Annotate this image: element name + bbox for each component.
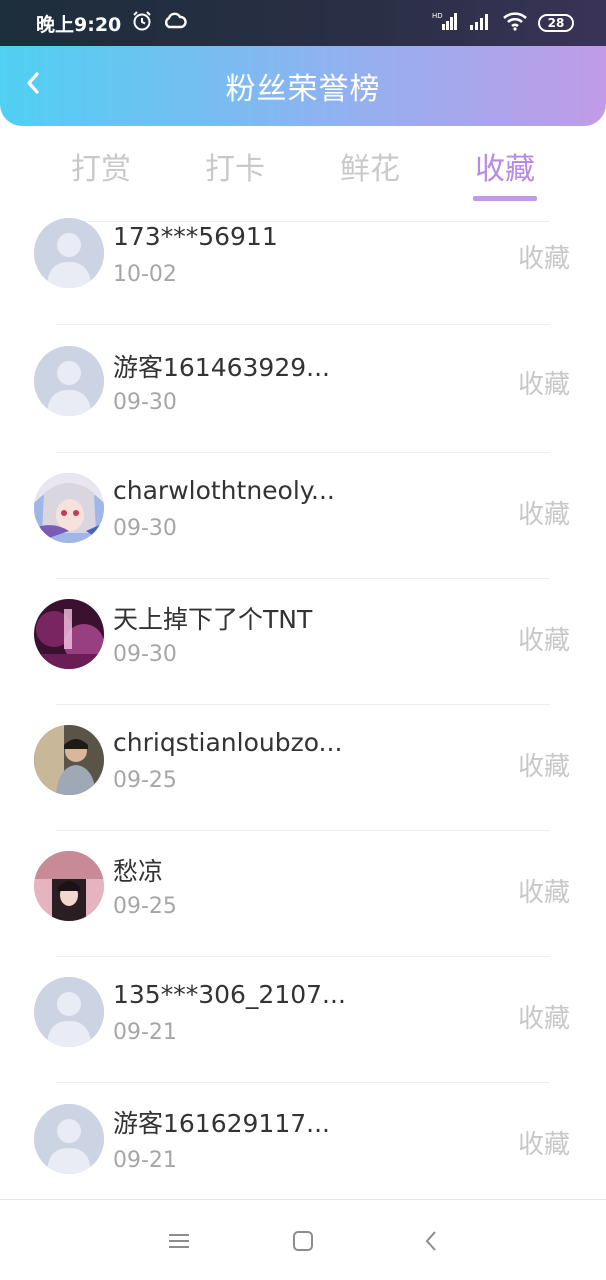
fan-date: 09-30 xyxy=(113,642,177,667)
fan-date: 09-21 xyxy=(113,1020,177,1045)
hd-signal-icon: HD xyxy=(432,11,458,35)
tab-favorites[interactable]: 收藏 xyxy=(460,144,550,188)
row-divider xyxy=(56,324,550,325)
menu-icon xyxy=(164,1234,194,1260)
avatar xyxy=(34,977,104,1047)
fan-date: 09-30 xyxy=(113,390,177,415)
list-item[interactable]: 愁凉 09-25 收藏 xyxy=(0,830,606,956)
list-item[interactable]: 游客161629117... 09-21 收藏 xyxy=(0,1082,606,1208)
photo-avatar-image xyxy=(34,851,104,921)
favorite-action[interactable]: 收藏 xyxy=(518,1124,570,1161)
wifi-icon xyxy=(502,11,528,35)
chevron-left-icon xyxy=(25,71,41,99)
photo-avatar-image xyxy=(34,725,104,795)
favorite-action[interactable]: 收藏 xyxy=(518,872,570,909)
list-item[interactable]: 天上掉下了个TNT 09-30 收藏 xyxy=(0,578,606,704)
status-right: HD 28 xyxy=(432,11,574,35)
favorite-action[interactable]: 收藏 xyxy=(518,238,570,275)
home-button[interactable] xyxy=(288,1226,318,1256)
avatar xyxy=(34,473,104,543)
favorite-action[interactable]: 收藏 xyxy=(518,998,570,1035)
favorite-action[interactable]: 收藏 xyxy=(518,746,570,783)
tab-reward[interactable]: 打赏 xyxy=(56,144,146,188)
system-back-button[interactable] xyxy=(416,1226,446,1256)
photo-avatar-image xyxy=(34,599,104,669)
hd-label: HD xyxy=(432,12,443,20)
fan-name: 173***56911 xyxy=(113,222,278,251)
fan-name: 游客161463929... xyxy=(113,353,330,382)
fan-date: 09-30 xyxy=(113,516,177,541)
fan-date: 09-25 xyxy=(113,894,177,919)
avatar xyxy=(34,218,104,288)
fan-name: 天上掉下了个TNT xyxy=(113,605,313,634)
back-triangle-icon xyxy=(416,1231,446,1260)
list-item[interactable]: 135***306_2107... 09-21 收藏 xyxy=(0,956,606,1082)
list-item[interactable]: 游客161463929... 09-30 收藏 xyxy=(0,326,606,452)
home-square-icon xyxy=(288,1231,318,1260)
fan-name: charwlothtneoly... xyxy=(113,476,335,505)
tab-flowers[interactable]: 鲜花 xyxy=(325,144,415,188)
signal-icon xyxy=(468,11,492,35)
fan-name: 游客161629117... xyxy=(113,1109,330,1138)
battery-indicator: 28 xyxy=(538,14,574,32)
avatar xyxy=(34,851,104,921)
status-time: 晚上9:20 xyxy=(36,13,122,36)
list-item[interactable]: chriqstianloubzo... 09-25 收藏 xyxy=(0,704,606,830)
avatar xyxy=(34,599,104,669)
fan-date: 09-21 xyxy=(113,1148,177,1173)
page-title: 粉丝荣誉榜 xyxy=(225,72,381,107)
default-avatar-icon xyxy=(34,1104,104,1174)
fan-name: 135***306_2107... xyxy=(113,980,346,1009)
default-avatar-icon xyxy=(34,977,104,1047)
alarm-icon xyxy=(131,10,153,37)
favorite-action[interactable]: 收藏 xyxy=(518,620,570,657)
avatar xyxy=(34,725,104,795)
back-button[interactable] xyxy=(20,70,46,100)
fan-name: chriqstianloubzo... xyxy=(113,728,343,757)
status-left: 晚上9:20 xyxy=(36,10,187,37)
default-avatar-icon xyxy=(34,218,104,288)
cloud-icon xyxy=(163,12,187,35)
status-bar: 晚上9:20 HD 28 xyxy=(0,0,606,46)
fan-name: 愁凉 xyxy=(113,857,164,886)
fan-date: 09-25 xyxy=(113,768,177,793)
anime-avatar-image xyxy=(34,473,104,543)
tab-checkin[interactable]: 打卡 xyxy=(190,144,280,188)
avatar xyxy=(34,1104,104,1174)
menu-button[interactable] xyxy=(164,1226,194,1256)
avatar xyxy=(34,346,104,416)
favorite-action[interactable]: 收藏 xyxy=(518,364,570,401)
list-item[interactable]: 173***56911 10-02 收藏 xyxy=(0,200,606,326)
page-header: 粉丝荣誉榜 xyxy=(0,46,606,126)
list-item[interactable]: charwlothtneoly... 09-30 收藏 xyxy=(0,452,606,578)
fan-date: 10-02 xyxy=(113,262,177,287)
favorite-action[interactable]: 收藏 xyxy=(518,494,570,531)
default-avatar-icon xyxy=(34,346,104,416)
system-nav-bar xyxy=(0,1199,606,1280)
